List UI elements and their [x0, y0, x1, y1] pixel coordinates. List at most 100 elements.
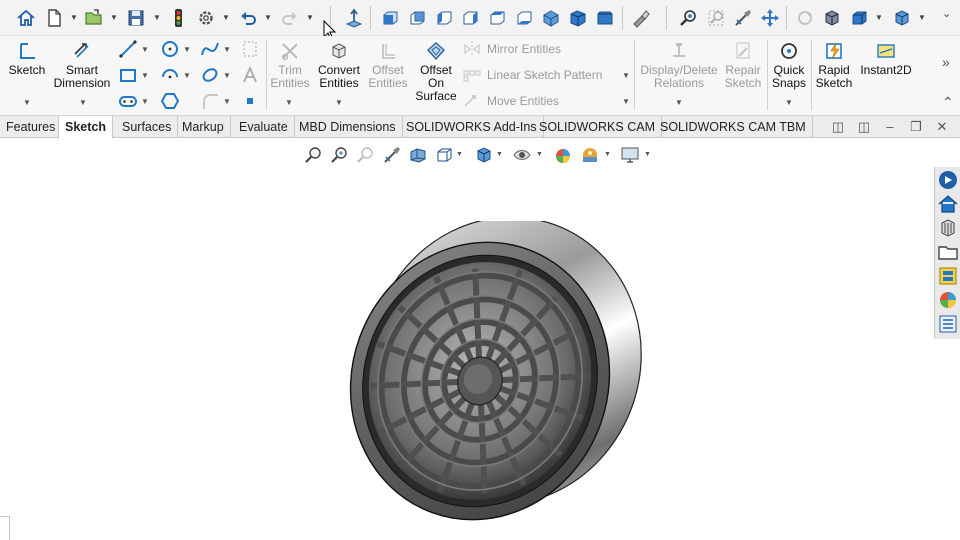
- normal-to-icon[interactable]: [342, 6, 366, 30]
- chevron-down-icon[interactable]: ▼: [675, 98, 683, 107]
- chevron-down-icon[interactable]: ▼: [222, 14, 230, 22]
- ellipse-tool[interactable]: ▼: [200, 64, 231, 86]
- view-dimetric-icon[interactable]: [593, 6, 617, 30]
- chevron-down-icon[interactable]: ▼: [264, 14, 272, 22]
- view-isometric-icon[interactable]: [539, 6, 563, 30]
- view-back-icon[interactable]: [405, 6, 429, 30]
- zoom-area-icon[interactable]: [330, 145, 350, 165]
- tab-surfaces[interactable]: Surfaces: [116, 116, 179, 138]
- mirror-entities-button[interactable]: Mirror Entities: [463, 39, 561, 59]
- construction-geometry-tool[interactable]: [240, 38, 260, 60]
- section-view-icon[interactable]: [731, 6, 755, 30]
- design-library-icon[interactable]: [937, 217, 959, 239]
- section-view-icon[interactable]: [382, 145, 402, 165]
- chevron-down-icon[interactable]: ▼: [644, 151, 651, 158]
- 3d-model-grille-part[interactable]: [345, 221, 645, 521]
- tab-evaluate[interactable]: Evaluate: [233, 116, 295, 138]
- line-tool[interactable]: ▼: [118, 38, 149, 60]
- graphics-area[interactable]: ▼ ▼ ▼ ▼ ▼: [0, 139, 960, 540]
- tab-sketch[interactable]: Sketch: [58, 116, 113, 138]
- pan-icon[interactable]: [758, 6, 782, 30]
- toolbar-overflow-icon[interactable]: ⌄: [942, 9, 951, 20]
- flashlight-icon[interactable]: [628, 6, 652, 30]
- spline-tool[interactable]: ▼: [200, 38, 231, 60]
- view-front-icon[interactable]: [378, 6, 402, 30]
- tab-solidworks-add-ins[interactable]: SOLIDWORKS Add-Ins: [400, 116, 544, 138]
- tab-solidworks-cam[interactable]: SOLIDWORKS CAM: [533, 116, 662, 138]
- chevron-down-icon[interactable]: ▼: [335, 98, 343, 107]
- text-tool[interactable]: [240, 64, 260, 86]
- minimize-icon[interactable]: –: [882, 119, 898, 135]
- trim-entities-button[interactable]: Trim Entities: [268, 38, 312, 90]
- solidworks-resources-icon[interactable]: [937, 169, 959, 191]
- apply-scene-icon[interactable]: [580, 145, 600, 165]
- tab-mbd-dimensions[interactable]: MBD Dimensions: [293, 116, 403, 138]
- view-orientation-icon[interactable]: [434, 145, 454, 165]
- view-palette-icon[interactable]: [937, 265, 959, 287]
- chevron-down-icon[interactable]: ▼: [23, 98, 31, 107]
- chevron-down-icon[interactable]: ▼: [622, 97, 630, 106]
- hide-show-items-icon[interactable]: [820, 6, 844, 30]
- chevron-down-icon[interactable]: ▼: [110, 14, 118, 22]
- save-icon[interactable]: [124, 6, 148, 30]
- chevron-down-icon[interactable]: ▼: [604, 151, 611, 158]
- appearances-scenes-icon[interactable]: [937, 289, 959, 311]
- fillet-tool[interactable]: ▼: [200, 90, 231, 112]
- offset-entities-button[interactable]: Offset Entities: [366, 38, 410, 90]
- sketch-button[interactable]: Sketch: [6, 38, 48, 77]
- view-trimetric-icon[interactable]: [566, 6, 590, 30]
- close-icon[interactable]: ✕: [934, 119, 950, 135]
- home-icon[interactable]: [937, 193, 959, 215]
- edit-appearance-icon[interactable]: [554, 145, 574, 165]
- new-document-icon[interactable]: [42, 6, 66, 30]
- restore-icon[interactable]: ❐: [908, 119, 924, 135]
- tab-markup[interactable]: Markup: [176, 116, 231, 138]
- chevron-down-icon[interactable]: ▼: [918, 14, 926, 22]
- dynamic-annotation-views-icon[interactable]: [408, 145, 428, 165]
- tile-right-icon[interactable]: ◫: [856, 119, 872, 135]
- view-right-icon[interactable]: [458, 6, 482, 30]
- rapid-sketch-button[interactable]: Rapid Sketch: [814, 38, 854, 90]
- undo-icon[interactable]: [236, 6, 260, 30]
- collapse-ribbon-icon[interactable]: ⌃: [942, 94, 954, 111]
- ribbon-overflow-icon[interactable]: »: [942, 54, 950, 70]
- previous-view-icon[interactable]: [356, 145, 376, 165]
- smart-dimension-button[interactable]: Smart Dimension: [52, 38, 112, 90]
- view-top-icon[interactable]: [485, 6, 509, 30]
- chevron-down-icon[interactable]: ▼: [285, 98, 293, 107]
- zoom-area-icon[interactable]: [704, 6, 728, 30]
- display-delete-relations-button[interactable]: Display/Delete Relations: [638, 38, 720, 90]
- point-tool[interactable]: [240, 90, 260, 112]
- zoom-to-fit-icon[interactable]: [677, 6, 701, 30]
- traffic-light-icon[interactable]: [166, 6, 190, 30]
- offset-on-surface-button[interactable]: Offset On Surface: [412, 38, 460, 103]
- chevron-down-icon[interactable]: ▼: [70, 14, 78, 22]
- instant2d-button[interactable]: Instant2D: [858, 38, 914, 77]
- linear-sketch-pattern-button[interactable]: Linear Sketch Pattern: [463, 65, 602, 85]
- file-explorer-icon[interactable]: [937, 241, 959, 263]
- rectangle-tool[interactable]: ▼: [118, 64, 149, 86]
- rotate-view-icon[interactable]: [793, 6, 817, 30]
- zoom-to-fit-icon[interactable]: [304, 145, 324, 165]
- gear-icon[interactable]: [194, 6, 218, 30]
- custom-properties-icon[interactable]: [937, 313, 959, 335]
- view-settings-icon[interactable]: [620, 145, 640, 165]
- view-orientation-icon[interactable]: [890, 6, 914, 30]
- tab-solidworks-cam-tbm[interactable]: SOLIDWORKS CAM TBM: [654, 116, 813, 138]
- hide-show-items-icon[interactable]: [512, 145, 532, 165]
- home-icon[interactable]: [14, 6, 38, 30]
- redo-icon[interactable]: [278, 6, 302, 30]
- chevron-down-icon[interactable]: ▼: [536, 151, 543, 158]
- chevron-down-icon[interactable]: ▼: [622, 71, 630, 80]
- chevron-down-icon[interactable]: ▼: [496, 151, 503, 158]
- display-style-icon[interactable]: [474, 145, 494, 165]
- convert-entities-button[interactable]: Convert Entities: [314, 38, 364, 90]
- slot-tool[interactable]: ▼: [118, 90, 149, 112]
- chevron-down-icon[interactable]: ▼: [875, 14, 883, 22]
- circle-tool[interactable]: ▼: [160, 38, 191, 60]
- chevron-down-icon[interactable]: ▼: [306, 14, 314, 22]
- chevron-down-icon[interactable]: ▼: [153, 14, 161, 22]
- tab-features[interactable]: Features: [0, 116, 63, 138]
- repair-sketch-button[interactable]: Repair Sketch: [722, 38, 764, 90]
- open-icon[interactable]: [82, 6, 106, 30]
